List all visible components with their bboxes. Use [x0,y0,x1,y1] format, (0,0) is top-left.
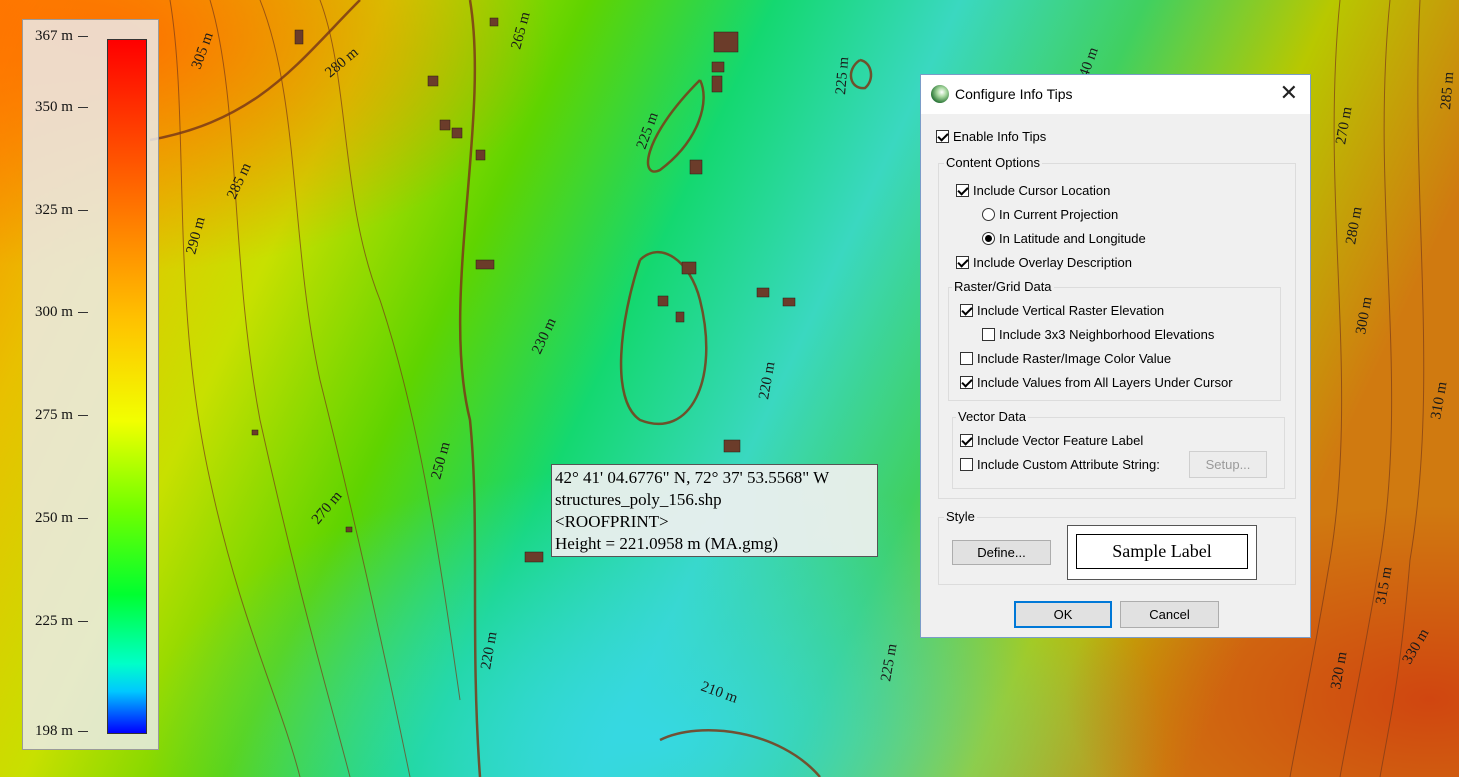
checkbox-icon[interactable] [956,184,969,197]
cancel-button[interactable]: Cancel [1120,601,1219,628]
legend-tick: 367 m [35,28,88,45]
legend-tick: 300 m [35,304,88,321]
include-all-layers-checkbox[interactable]: Include Values from All Layers Under Cur… [960,375,1233,390]
info-tip-layer: structures_poly_156.shp [555,490,722,509]
checkbox-icon[interactable] [960,376,973,389]
checkbox-icon[interactable] [960,304,973,317]
legend-tick: 250 m [35,510,88,527]
include-raster-color-checkbox[interactable]: Include Raster/Image Color Value [960,351,1171,366]
enable-info-tips-checkbox[interactable]: Enable Info Tips [936,129,1046,144]
legend-tick: 325 m [35,202,88,219]
include-custom-attr-checkbox[interactable]: Include Custom Attribute String: [960,457,1160,472]
vector-data-label: Vector Data [956,409,1028,424]
legend-tick: 275 m [35,407,88,424]
dialog-titlebar[interactable]: Configure Info Tips ✕ [921,75,1310,114]
setup-button[interactable]: Setup... [1189,451,1267,478]
info-tip-attribute: <ROOFPRINT> [555,512,669,531]
in-lat-lon-radio[interactable]: In Latitude and Longitude [982,231,1146,246]
dialog-title: Configure Info Tips [955,86,1073,102]
elevation-color-bar [107,39,147,734]
sample-label-text: Sample Label [1076,534,1248,569]
include-cursor-location-checkbox[interactable]: Include Cursor Location [956,183,1110,198]
info-tip-coordinates: 42° 41' 04.6776" N, 72° 37' 53.5568" W [555,468,830,487]
checkbox-icon[interactable] [982,328,995,341]
checkbox-icon[interactable] [936,130,949,143]
include-vector-label-checkbox[interactable]: Include Vector Feature Label [960,433,1143,448]
checkbox-icon[interactable] [960,352,973,365]
legend-tick: 225 m [35,613,88,630]
include-overlay-description-checkbox[interactable]: Include Overlay Description [956,255,1132,270]
globe-app-icon [931,85,949,103]
checkbox-icon[interactable] [960,434,973,447]
info-tip-popup: 42° 41' 04.6776" N, 72° 37' 53.5568" W s… [551,464,878,557]
close-icon[interactable]: ✕ [1280,81,1298,105]
elevation-legend: 367 m 350 m 325 m 300 m 275 m 250 m 225 … [22,19,159,750]
checkbox-icon[interactable] [956,256,969,269]
raster-grid-label: Raster/Grid Data [952,279,1054,294]
sample-label-preview: Sample Label [1067,525,1257,580]
radio-icon[interactable] [982,232,995,245]
contour-label: 225 m [833,56,852,95]
define-button[interactable]: Define... [952,540,1051,565]
legend-tick: 350 m [35,99,88,116]
in-current-projection-radio[interactable]: In Current Projection [982,207,1118,222]
style-label: Style [944,509,977,524]
include-vertical-raster-elevation-checkbox[interactable]: Include Vertical Raster Elevation [960,303,1164,318]
legend-tick: 198 m [35,723,88,740]
radio-icon[interactable] [982,208,995,221]
content-options-label: Content Options [944,155,1042,170]
contour-label: 285 m [1438,71,1457,110]
ok-button[interactable]: OK [1014,601,1112,628]
checkbox-icon[interactable] [960,458,973,471]
info-tip-height: Height = 221.0958 m (MA.gmg) [555,534,779,553]
include-3x3-checkbox[interactable]: Include 3x3 Neighborhood Elevations [982,327,1214,342]
